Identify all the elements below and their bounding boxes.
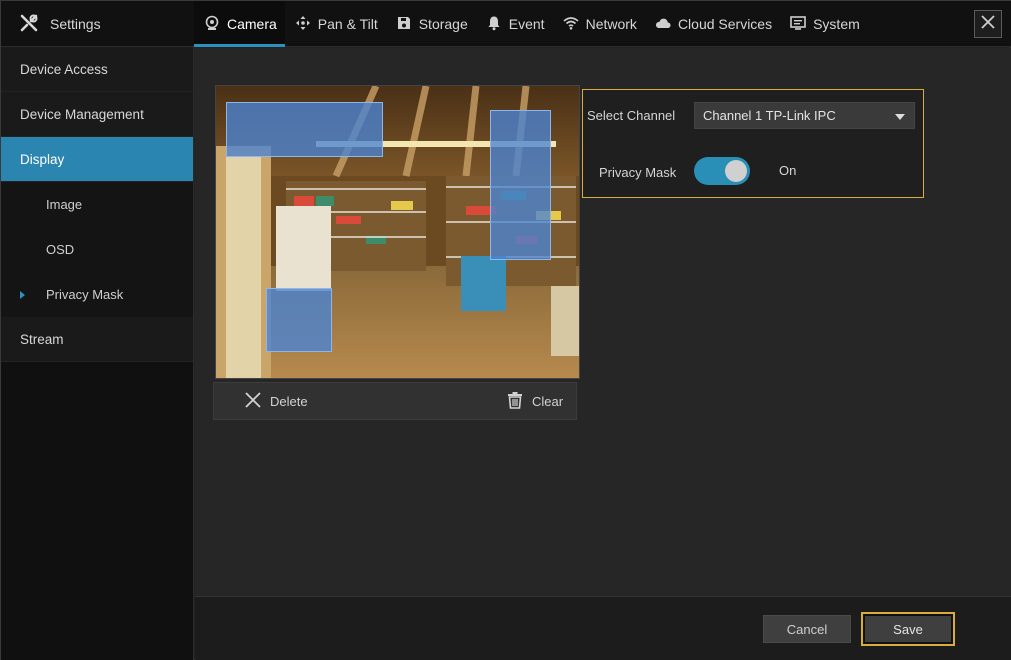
- channel-select-value: Channel 1 TP-Link IPC: [703, 108, 836, 123]
- tab-label: Pan & Tilt: [317, 16, 378, 32]
- delete-x-icon: [244, 391, 262, 412]
- sidebar-item-device-management[interactable]: Device Management: [1, 92, 193, 137]
- privacy-mask-region[interactable]: [490, 110, 551, 260]
- privacy-mask-region[interactable]: [266, 288, 332, 352]
- tab-label: Cloud Services: [677, 16, 773, 32]
- sidebar-item-label: Image: [46, 197, 83, 212]
- close-button[interactable]: [974, 10, 1002, 38]
- tab-camera[interactable]: Camera: [194, 1, 285, 47]
- sidebar-item-display[interactable]: Display: [1, 137, 193, 182]
- main-tabs: Camera Pan & Tilt Storage Event Network …: [194, 1, 868, 47]
- tab-label: Camera: [227, 16, 277, 32]
- sidebar-item-label: OSD: [46, 242, 75, 257]
- save-button[interactable]: Save: [861, 612, 955, 646]
- sidebar-item-label: Privacy Mask: [46, 287, 124, 302]
- preview-toolbar: Delete Clear: [213, 382, 577, 420]
- tools-icon: [19, 13, 39, 36]
- tab-system[interactable]: System: [780, 1, 868, 47]
- close-icon: [980, 14, 996, 35]
- delete-label: Delete: [270, 393, 308, 409]
- camera-icon: [204, 15, 220, 34]
- privacy-mask-label: Privacy Mask: [599, 165, 677, 180]
- save-label: Save: [865, 616, 951, 642]
- tab-cloud-services[interactable]: Cloud Services: [645, 1, 780, 47]
- monitor-icon: [790, 15, 806, 34]
- tab-network[interactable]: Network: [553, 1, 645, 47]
- privacy-mask-settings: Select Channel Channel 1 TP-Link IPC Pri…: [582, 89, 924, 198]
- sidebar-item-label: Display: [20, 151, 65, 167]
- channel-select[interactable]: Channel 1 TP-Link IPC: [694, 102, 915, 129]
- tab-label: Event: [508, 16, 545, 32]
- trash-icon: [506, 391, 524, 412]
- cancel-button[interactable]: Cancel: [763, 615, 851, 643]
- sidebar-item-label: Device Management: [20, 106, 144, 122]
- pan-tilt-icon: [295, 15, 311, 34]
- tab-label: System: [813, 16, 860, 32]
- privacy-mask-state: On: [779, 163, 797, 178]
- tab-event[interactable]: Event: [476, 1, 553, 47]
- wifi-icon: [563, 15, 579, 34]
- toggle-knob: [725, 160, 747, 182]
- select-channel-label: Select Channel: [587, 108, 676, 123]
- clear-button[interactable]: Clear: [506, 383, 563, 419]
- app-brand: Settings: [1, 1, 194, 47]
- sidebar-subitem-privacy-mask[interactable]: Privacy Mask: [1, 272, 193, 317]
- tab-label: Storage: [418, 16, 468, 32]
- tab-storage[interactable]: Storage: [386, 1, 476, 47]
- bell-icon: [486, 15, 502, 34]
- sidebar-subitem-image[interactable]: Image: [1, 182, 193, 227]
- privacy-mask-region[interactable]: [226, 102, 383, 157]
- sidebar: Device Access Device Management Display …: [1, 47, 194, 660]
- delete-button[interactable]: Delete: [244, 383, 308, 419]
- privacy-mask-toggle[interactable]: [694, 157, 750, 185]
- sidebar-item-label: Device Access: [20, 61, 108, 77]
- camera-preview[interactable]: [215, 85, 580, 379]
- clear-label: Clear: [532, 393, 564, 409]
- app-title: Settings: [50, 16, 101, 32]
- sidebar-item-stream[interactable]: Stream: [1, 317, 193, 362]
- sidebar-subitem-osd[interactable]: OSD: [1, 227, 193, 272]
- footer: Cancel Save: [195, 596, 1011, 660]
- chevron-down-icon: [895, 114, 905, 120]
- sidebar-item-label: Stream: [20, 331, 64, 347]
- sidebar-item-device-access[interactable]: Device Access: [1, 47, 193, 92]
- top-bar: Settings Camera Pan & Tilt Storage Event: [1, 1, 1011, 47]
- tab-label: Network: [585, 16, 637, 32]
- cloud-icon: [655, 15, 671, 34]
- tab-pan-tilt[interactable]: Pan & Tilt: [285, 1, 386, 47]
- main-content: Delete Clear Select Channel Channel 1 TP…: [195, 48, 1011, 596]
- storage-icon: [396, 15, 412, 34]
- current-page-marker-icon: [20, 291, 25, 299]
- settings-window: Settings Camera Pan & Tilt Storage Event: [0, 0, 1011, 660]
